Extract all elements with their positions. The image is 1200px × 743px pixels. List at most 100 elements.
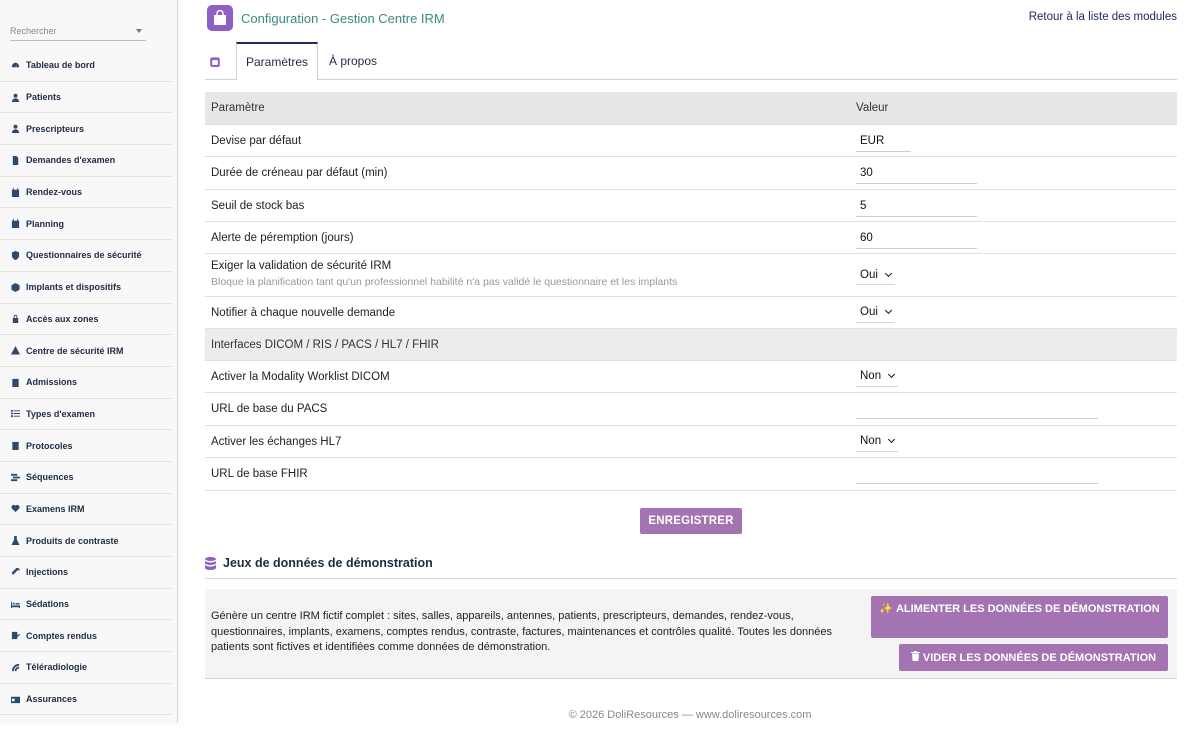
sidebar-item-implants[interactable]: Implants et dispositifs bbox=[0, 272, 172, 304]
sidebar-item-label: Admissions bbox=[26, 377, 78, 388]
notify-select[interactable]: Oui bbox=[856, 303, 895, 323]
sidebar-item-sedations[interactable]: Sédations bbox=[0, 589, 172, 621]
sidebar-item-label: Planning bbox=[26, 218, 64, 229]
sidebar-item-label: Rendez-vous bbox=[26, 187, 83, 198]
table-row: Notifier à chaque nouvelle demande Oui bbox=[205, 297, 1177, 329]
slot-duration-field[interactable]: 30 bbox=[856, 162, 977, 184]
clear-demo-data-button[interactable]: VIDER LES DONNÉES DE DÉMONSTRATION bbox=[899, 644, 1168, 671]
sidebar-item-tableau-de-bord[interactable]: Tableau de bord bbox=[0, 50, 172, 82]
tab-parametres[interactable]: Paramètres bbox=[236, 42, 318, 81]
sidebar-item-teleradiologie[interactable]: Téléradiologie bbox=[0, 652, 172, 684]
clear-button-label: VIDER LES DONNÉES DE DÉMONSTRATION bbox=[922, 651, 1157, 664]
expiry-alert-field[interactable]: 60 bbox=[856, 227, 977, 249]
page-title: Configuration - Gestion Centre IRM bbox=[241, 11, 445, 26]
sidebar-item-label: Produits de contraste bbox=[26, 535, 119, 546]
sidebar-item-label: Téléradiologie bbox=[26, 662, 88, 673]
table-row: URL de base FHIR bbox=[205, 458, 1177, 491]
header-parametre: Paramètre bbox=[211, 102, 265, 114]
settings-table: Paramètre Valeur Devise par défaut EUR D… bbox=[205, 92, 1177, 491]
section-title: Interfaces DICOM / RIS / PACS / HL7 / FH… bbox=[211, 338, 439, 351]
table-row: Activer les échanges HL7 Non bbox=[205, 426, 1177, 458]
sidebar-item-label: Patients bbox=[26, 92, 62, 103]
table-header: Paramètre Valeur bbox=[205, 92, 1177, 125]
sidebar-item-patients[interactable]: Patients bbox=[0, 82, 172, 114]
sidebar-item-label: Sédations bbox=[26, 599, 70, 610]
sidebar-item-sequences[interactable]: Séquences bbox=[0, 462, 172, 494]
select-value: Non bbox=[860, 435, 882, 447]
stream-icon bbox=[10, 472, 20, 482]
sidebar-item-injections[interactable]: Injections bbox=[0, 557, 172, 589]
slot-duration-label: Durée de créneau par défaut (min) bbox=[211, 167, 388, 179]
database-icon bbox=[205, 556, 216, 570]
dashboard-icon bbox=[10, 60, 20, 70]
sidebar-item-comptes-rendus[interactable]: Comptes rendus bbox=[0, 620, 172, 653]
demo-title-text: Jeux de données de démonstration bbox=[223, 556, 433, 570]
table-row: Seuil de stock bas 5 bbox=[205, 190, 1177, 222]
sidebar-item-label: Assurances bbox=[26, 694, 78, 705]
demo-section-title: Jeux de données de démonstration bbox=[205, 556, 433, 570]
sidebar-item-rendez-vous[interactable]: Rendez-vous bbox=[0, 177, 172, 209]
sidebar-item-prescripteurs[interactable]: Prescripteurs bbox=[0, 113, 172, 146]
sidebar-item-protocoles[interactable]: Protocoles bbox=[0, 430, 172, 462]
chevron-down-icon bbox=[888, 370, 896, 379]
low-stock-field[interactable]: 5 bbox=[856, 195, 977, 217]
table-row: URL de base du PACS bbox=[205, 393, 1177, 426]
tab-module-icon[interactable] bbox=[205, 42, 225, 80]
section-header-interfaces: Interfaces DICOM / RIS / PACS / HL7 / FH… bbox=[205, 329, 1177, 361]
back-to-modules-link[interactable]: Retour à la liste des modules bbox=[1029, 11, 1177, 23]
table-row: Alerte de péremption (jours) 60 bbox=[205, 222, 1177, 254]
search-input[interactable]: Rechercher bbox=[10, 21, 146, 41]
sidebar-item-label: Séquences bbox=[26, 472, 74, 483]
worklist-select[interactable]: Non bbox=[856, 367, 899, 387]
sidebar-item-label: Protocoles bbox=[26, 440, 73, 451]
sidebar-item-questionnaires[interactable]: Questionnaires de sécurité bbox=[0, 240, 172, 272]
warning-icon bbox=[10, 346, 20, 356]
sidebar: Rechercher Tableau de bord Patients Pres… bbox=[0, 0, 178, 723]
table-row: Exiger la validation de sécurité IRM Blo… bbox=[205, 254, 1177, 297]
sidebar-item-planning[interactable]: Planning bbox=[0, 208, 172, 241]
currency-field[interactable]: EUR bbox=[856, 130, 911, 152]
pacs-url-field[interactable] bbox=[856, 397, 1098, 419]
satellite-icon bbox=[10, 662, 20, 672]
hl7-select[interactable]: Non bbox=[856, 432, 899, 452]
sidebar-item-centre-securite[interactable]: Centre de sécurité IRM bbox=[0, 335, 172, 367]
sidebar-item-acces-zones[interactable]: Accès aux zones bbox=[0, 304, 172, 336]
sidebar-item-label: Types d'examen bbox=[26, 408, 96, 419]
low-stock-label: Seuil de stock bas bbox=[211, 199, 305, 212]
chevron-down-icon[interactable] bbox=[136, 29, 142, 33]
tab-bar: Paramètres À propos bbox=[205, 42, 1177, 81]
tab-a-propos[interactable]: À propos bbox=[318, 42, 388, 80]
demo-panel: Génère un centre IRM fictif complet : si… bbox=[205, 589, 1177, 679]
sidebar-item-admissions[interactable]: Admissions bbox=[0, 367, 172, 399]
sidebar-item-produits-contraste[interactable]: Produits de contraste bbox=[0, 525, 172, 557]
currency-label: Devise par défaut bbox=[211, 134, 302, 147]
report-icon bbox=[10, 631, 20, 641]
save-button[interactable]: ENREGISTRER bbox=[640, 508, 742, 534]
sidebar-menu: Tableau de bord Patients Prescripteurs D… bbox=[0, 50, 172, 716]
table-row: Durée de créneau par défaut (min) 30 bbox=[205, 157, 1177, 190]
hl7-label: Activer les échanges HL7 bbox=[211, 435, 342, 448]
select-value: Non bbox=[860, 370, 882, 382]
sidebar-item-label: Demandes d'examen bbox=[26, 155, 116, 166]
table-row: Activer la Modality Worklist DICOM Non bbox=[205, 361, 1177, 393]
magic-wand-icon: ✨ bbox=[879, 603, 893, 615]
mri-safety-select[interactable]: Oui bbox=[856, 265, 895, 285]
demo-description: Génère un centre IRM fictif complet : si… bbox=[211, 610, 833, 653]
calendar-check-icon bbox=[10, 219, 20, 229]
chevron-down-icon bbox=[884, 269, 892, 277]
sidebar-item-demandes-examen[interactable]: Demandes d'examen bbox=[0, 145, 172, 177]
bed-icon bbox=[10, 599, 20, 609]
cube-icon bbox=[10, 282, 20, 292]
notify-label: Notifier à chaque nouvelle demande bbox=[211, 306, 396, 319]
feed-button-label: ALIMENTER LES DONNÉES DE DÉMONSTRATION bbox=[895, 603, 1160, 615]
sidebar-item-types-examen[interactable]: Types d'examen bbox=[0, 399, 172, 431]
shield-icon bbox=[10, 250, 20, 260]
calendar-icon bbox=[10, 187, 20, 197]
feed-demo-data-button[interactable]: ✨ ALIMENTER LES DONNÉES DE DÉMONSTRATION bbox=[871, 596, 1168, 638]
sidebar-item-label: Comptes rendus bbox=[26, 630, 98, 641]
sidebar-item-label: Centre de sécurité IRM bbox=[26, 345, 124, 356]
sidebar-item-examens-irm[interactable]: Examens IRM bbox=[0, 494, 172, 526]
fhir-url-field[interactable] bbox=[856, 462, 1098, 484]
mri-safety-description: Bloque la planification tant qu'un profe… bbox=[211, 276, 678, 288]
app-icon bbox=[207, 5, 233, 31]
